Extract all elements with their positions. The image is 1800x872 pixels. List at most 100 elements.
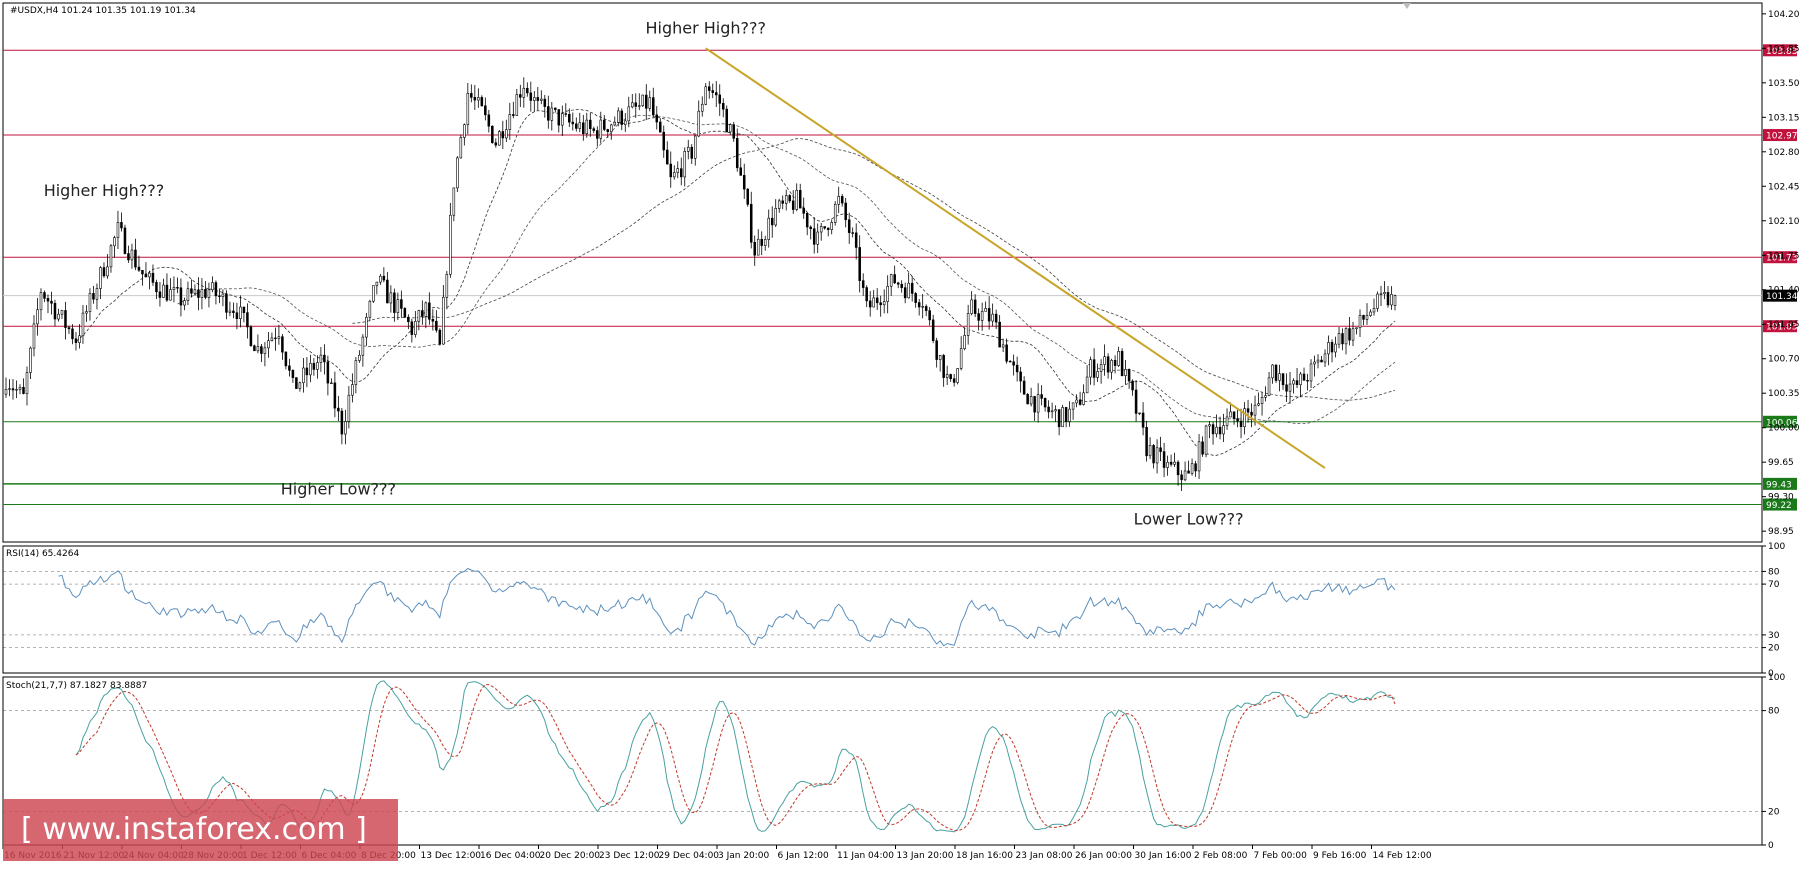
candle-bear bbox=[1211, 424, 1215, 435]
candle-bear bbox=[291, 370, 295, 378]
x-tick-label: 16 Dec 04:00 bbox=[480, 851, 541, 861]
candle-bull bbox=[945, 374, 949, 378]
candle-bear bbox=[102, 267, 106, 277]
candle-bear bbox=[547, 106, 550, 121]
candle-bull bbox=[1068, 408, 1071, 422]
candle-bull bbox=[1365, 315, 1369, 320]
candle-bull bbox=[774, 208, 777, 226]
candle-bear bbox=[928, 310, 931, 321]
candle-bull bbox=[1344, 328, 1348, 345]
candle-bear bbox=[1281, 373, 1285, 386]
candle-bear bbox=[1232, 411, 1236, 419]
candle-bear bbox=[735, 138, 739, 169]
rsi-title: RSI(14) 65.4264 bbox=[6, 549, 79, 559]
candle-bull bbox=[907, 282, 910, 299]
candle-bear bbox=[1012, 361, 1015, 366]
candle-bear bbox=[1047, 406, 1050, 413]
candle-bear bbox=[910, 282, 914, 294]
candle-bull bbox=[1117, 351, 1120, 366]
moving-average-21 bbox=[75, 108, 1396, 456]
candle-bull bbox=[60, 310, 64, 315]
y-tick-label: 100.70 bbox=[1768, 355, 1800, 365]
candle-bull bbox=[1148, 445, 1152, 457]
symbol-header: #USDX,H4 101.24 101.35 101.19 101.34 bbox=[10, 6, 196, 16]
candle-bull bbox=[1316, 359, 1320, 363]
candle-bear bbox=[1201, 441, 1204, 455]
candle-bull bbox=[498, 131, 501, 146]
candle-bear bbox=[893, 274, 896, 284]
candle-bear bbox=[141, 270, 144, 275]
candle-bull bbox=[1050, 410, 1054, 413]
candle-bull bbox=[389, 292, 393, 304]
stoch-y-tick-label: 100 bbox=[1768, 673, 1785, 683]
candle-bear bbox=[151, 272, 155, 283]
candle-bear bbox=[204, 289, 207, 298]
trendline-layer bbox=[705, 47, 1326, 469]
candle-bull bbox=[777, 200, 781, 209]
candle-bull bbox=[921, 306, 924, 308]
candle-bull bbox=[1243, 408, 1246, 428]
candle-bull bbox=[456, 157, 459, 189]
candle-bull bbox=[1155, 447, 1159, 464]
candle-bull bbox=[959, 348, 963, 369]
candle-bull bbox=[130, 249, 134, 261]
candle-bull bbox=[1099, 364, 1103, 372]
x-tick-label: 29 Dec 04:00 bbox=[659, 851, 720, 861]
y-tick-label: 103.50 bbox=[1768, 79, 1800, 89]
candle-bear bbox=[557, 109, 561, 126]
rsi-y-tick-label: 100 bbox=[1768, 542, 1785, 552]
candle-bull bbox=[980, 310, 984, 321]
candle-bear bbox=[788, 195, 791, 202]
candle-bear bbox=[742, 175, 746, 190]
candle-bear bbox=[840, 196, 844, 204]
candle-bear bbox=[1043, 398, 1047, 408]
rsi-y-tick-label: 80 bbox=[1768, 567, 1780, 577]
candle-bull bbox=[1208, 424, 1211, 427]
candle-bear bbox=[1127, 369, 1131, 382]
candle-bear bbox=[176, 287, 179, 289]
candle-bull bbox=[970, 299, 973, 314]
x-tick-label: 20 Dec 20:00 bbox=[540, 851, 601, 861]
candle-bear bbox=[1078, 399, 1082, 405]
candle-bear bbox=[1169, 461, 1173, 465]
candle-bear bbox=[46, 298, 50, 302]
candle-bear bbox=[805, 212, 809, 228]
candle-bear bbox=[732, 124, 736, 139]
candle-bear bbox=[1152, 445, 1155, 464]
candle-bull bbox=[424, 302, 428, 317]
candle-bear bbox=[470, 93, 473, 98]
y-tick-label: 104.20 bbox=[1768, 10, 1800, 20]
candle-bull bbox=[505, 129, 508, 139]
candle-bear bbox=[1295, 380, 1299, 386]
candle-bull bbox=[624, 120, 627, 125]
candle-bull bbox=[88, 293, 92, 312]
candle-bull bbox=[344, 421, 347, 435]
candle-bear bbox=[603, 119, 606, 130]
candle-bull bbox=[263, 347, 267, 354]
candle-bear bbox=[529, 92, 533, 101]
candle-bear bbox=[606, 129, 610, 132]
candle-bull bbox=[1190, 463, 1194, 474]
candle-bear bbox=[1320, 359, 1323, 363]
candle-bull bbox=[1029, 396, 1033, 405]
candle-bear bbox=[53, 302, 57, 320]
stoch-y-tick-label: 80 bbox=[1768, 707, 1780, 717]
candle-bear bbox=[1285, 384, 1288, 392]
level-label: 99.43 bbox=[1766, 480, 1792, 490]
candle-bear bbox=[1306, 380, 1309, 382]
annotation-label: Lower Low??? bbox=[1134, 509, 1244, 528]
candle-bull bbox=[886, 285, 889, 302]
candle-bear bbox=[1106, 356, 1110, 373]
candle-bull bbox=[1001, 344, 1005, 348]
candle-bear bbox=[652, 97, 655, 116]
candle-bear bbox=[987, 308, 991, 322]
candle-bull bbox=[309, 362, 312, 376]
candle-bear bbox=[225, 293, 228, 313]
candle-bear bbox=[337, 407, 340, 412]
candle-bear bbox=[165, 284, 169, 301]
candle-bull bbox=[442, 296, 445, 345]
candle-bear bbox=[707, 86, 711, 91]
candle-bear bbox=[903, 287, 907, 299]
candle-bear bbox=[393, 292, 396, 313]
candle-bull bbox=[833, 203, 837, 223]
